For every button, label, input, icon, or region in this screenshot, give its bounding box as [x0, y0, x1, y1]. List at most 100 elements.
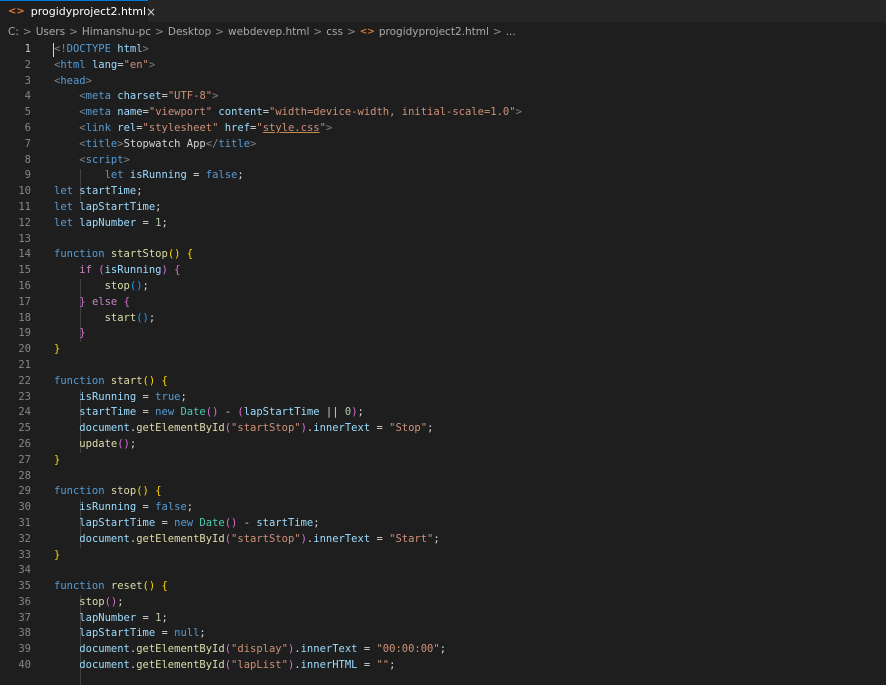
- line-number: 36: [18, 595, 31, 608]
- code-line[interactable]: 8 <script>: [0, 153, 886, 169]
- code-line[interactable]: 26 update();: [0, 437, 886, 453]
- code-line[interactable]: 32 document.getElementById("startStop").…: [0, 532, 886, 548]
- code-line[interactable]: 9 let isRunning = false;: [0, 168, 886, 184]
- code-line[interactable]: 27}: [0, 453, 886, 469]
- code-lines: 1 <!DOCTYPE html> 2 <html lang="en"> 3 <head>…: [0, 42, 886, 674]
- code-token: >: [123, 153, 130, 166]
- code-token: startTime: [79, 185, 137, 198]
- code-line[interactable]: 22 function start() {: [0, 374, 886, 390]
- code-line[interactable]: 2 <html lang="en">: [0, 58, 886, 74]
- code-line[interactable]: 4 <meta charset="UTF-8">: [0, 89, 886, 105]
- code-line[interactable]: 30 isRunning = false;: [0, 500, 886, 516]
- line-number: 14: [18, 248, 31, 261]
- chevron-right-icon: >: [313, 26, 323, 38]
- code-text: <head>: [54, 74, 92, 90]
- breadcrumb-item-folder[interactable]: webdevep.html: [228, 26, 309, 38]
- line-number: 3: [24, 74, 31, 87]
- breadcrumb-item-file[interactable]: progidyproject2.html: [379, 26, 489, 38]
- code-line[interactable]: 6 <link rel="stylesheet" href="style.css…: [0, 121, 886, 137]
- code-token: href: [224, 121, 251, 134]
- code-token: =: [136, 611, 156, 624]
- code-line[interactable]: 1 <!DOCTYPE html>: [0, 42, 886, 58]
- code-token: lapStartTime: [79, 627, 156, 640]
- code-token: rel: [117, 121, 137, 134]
- code-line[interactable]: 25 document.getElementById("startStop").…: [0, 421, 886, 437]
- code-token: innerText: [313, 532, 371, 545]
- code-token: ;: [117, 595, 124, 608]
- code-line[interactable]: 35 function reset() {: [0, 579, 886, 595]
- code-token: head: [60, 74, 86, 87]
- code-token: </: [205, 137, 219, 150]
- code-line[interactable]: 38 lapStartTime = null;: [0, 626, 886, 642]
- breadcrumb-item-users[interactable]: Users: [36, 26, 65, 38]
- line-number: 38: [18, 627, 31, 640]
- code-line[interactable]: 10 let startTime;: [0, 184, 886, 200]
- code-token: innerHTML: [300, 659, 358, 672]
- code-editor[interactable]: 1 <!DOCTYPE html> 2 <html lang="en"> 3 <head>…: [0, 42, 886, 685]
- code-token: ;: [237, 169, 244, 182]
- code-line[interactable]: 33}: [0, 548, 886, 564]
- code-line[interactable]: 7 <title>Stopwatch App</title>: [0, 137, 886, 153]
- chevron-right-icon: >: [492, 26, 502, 38]
- code-token: =: [370, 422, 390, 435]
- line-number: 19: [18, 327, 31, 340]
- line-number: 11: [18, 200, 31, 213]
- code-text: function reset() {: [54, 579, 168, 595]
- code-line[interactable]: 5 <meta name="viewport" content="width=d…: [0, 105, 886, 121]
- code-text: <link rel="stylesheet" href="style.css">: [54, 121, 332, 137]
- code-line[interactable]: 36 stop();: [0, 595, 886, 611]
- code-line[interactable]: 28: [0, 469, 886, 485]
- code-line[interactable]: 19 }: [0, 326, 886, 342]
- breadcrumb-item-css[interactable]: css: [326, 26, 343, 38]
- breadcrumb-item-desktop[interactable]: Desktop: [168, 26, 211, 38]
- code-line[interactable]: 15 if (isRunning) {: [0, 263, 886, 279]
- code-line[interactable]: 11 let lapStartTime;: [0, 200, 886, 216]
- code-line[interactable]: 3 <head>: [0, 74, 886, 90]
- code-line[interactable]: 13: [0, 232, 886, 248]
- code-text: <meta charset="UTF-8">: [54, 89, 218, 105]
- code-token: isRunning: [79, 390, 137, 403]
- code-text: function start() {: [54, 374, 168, 390]
- code-line[interactable]: 24 startTime = new Date() - (lapStartTim…: [0, 405, 886, 421]
- chevron-right-icon: >: [22, 26, 32, 38]
- line-number: 29: [18, 485, 31, 498]
- breadcrumb-item-user[interactable]: Himanshu-pc: [82, 26, 151, 38]
- code-line[interactable]: 17 } else {: [0, 295, 886, 311]
- code-line[interactable]: 21: [0, 358, 886, 374]
- code-token: =: [136, 216, 156, 229]
- code-line[interactable]: 12 let lapNumber = 1;: [0, 216, 886, 232]
- code-line[interactable]: 31 lapStartTime = new Date() - startTime…: [0, 516, 886, 532]
- code-token: start: [110, 374, 143, 387]
- code-line[interactable]: 23 isRunning = true;: [0, 390, 886, 406]
- code-line[interactable]: 34: [0, 563, 886, 579]
- breadcrumb-item-drive[interactable]: C:: [8, 26, 19, 38]
- code-token: lapNumber: [79, 611, 137, 624]
- code-line[interactable]: 18 start();: [0, 311, 886, 327]
- close-icon[interactable]: ×: [146, 5, 156, 19]
- code-token: startTime: [79, 406, 137, 419]
- code-line[interactable]: 40 document.getElementById("lapList").in…: [0, 658, 886, 674]
- code-line[interactable]: 20}: [0, 342, 886, 358]
- chevron-right-icon: >: [215, 26, 224, 38]
- line-number: 5: [24, 106, 31, 119]
- code-token: {: [161, 374, 168, 387]
- code-token: new: [174, 516, 194, 529]
- code-line[interactable]: 39 document.getElementById("display").in…: [0, 642, 886, 658]
- line-number: 4: [24, 90, 31, 103]
- code-token: >: [325, 121, 333, 134]
- code-line[interactable]: 29 function stop() {: [0, 484, 886, 500]
- code-token: document: [79, 422, 130, 435]
- code-line[interactable]: 14 function startStop() {: [0, 247, 886, 263]
- code-token: style.css: [262, 121, 320, 134]
- code-line[interactable]: 16 stop();: [0, 279, 886, 295]
- code-token: innerText: [313, 422, 371, 435]
- code-token: document: [79, 643, 130, 656]
- breadcrumb-item-more[interactable]: ...: [506, 26, 516, 38]
- code-token: ;: [148, 311, 156, 324]
- tab-progidyproject2[interactable]: <> progidyproject2.html ×: [0, 0, 156, 22]
- code-line[interactable]: 37 lapNumber = 1;: [0, 611, 886, 627]
